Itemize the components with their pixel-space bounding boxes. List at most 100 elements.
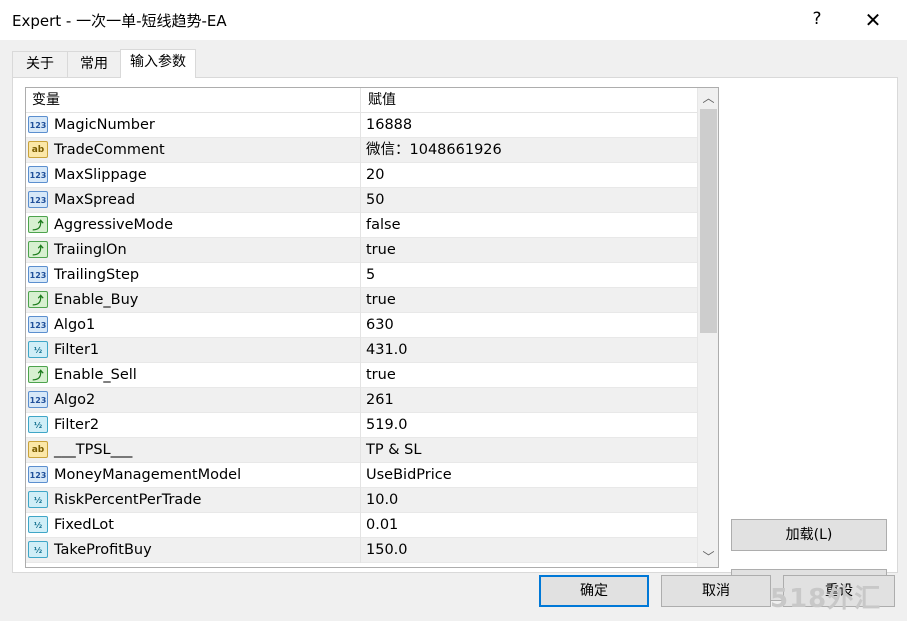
cell-divider: [360, 138, 361, 163]
column-header-value[interactable]: 赋值: [368, 88, 396, 113]
parameter-row[interactable]: ½ FixedLot 0.01: [26, 513, 697, 538]
window-title: Expert - 一次一单-短线趋势-EA: [12, 12, 227, 30]
parameter-name: RiskPercentPerTrade: [54, 492, 202, 508]
parameter-name: TraiinglOn: [54, 242, 127, 258]
parameter-value[interactable]: 261: [366, 388, 394, 413]
type-int-icon: 123: [28, 116, 48, 133]
type-int-icon: 123: [28, 466, 48, 483]
parameter-value[interactable]: true: [366, 238, 396, 263]
column-divider[interactable]: [360, 88, 361, 113]
cell-divider: [360, 463, 361, 488]
type-int-icon: 123: [28, 191, 48, 208]
type-bool-icon: ⤴: [28, 216, 48, 233]
parameter-row[interactable]: ⤴ Enable_Buy true: [26, 288, 697, 313]
parameter-value[interactable]: 630: [366, 313, 394, 338]
type-int-icon: 123: [28, 316, 48, 333]
parameter-value[interactable]: false: [366, 213, 401, 238]
parameter-value[interactable]: UseBidPrice: [366, 463, 452, 488]
parameter-name: TrailingStep: [54, 267, 140, 283]
cell-divider: [360, 388, 361, 413]
parameter-value[interactable]: 519.0: [366, 413, 408, 438]
parameter-row[interactable]: ½ Filter1 431.0: [26, 338, 697, 363]
tab-about[interactable]: 关于: [12, 51, 68, 77]
cell-divider: [360, 538, 361, 563]
cell-divider: [360, 488, 361, 513]
help-button[interactable]: ?: [806, 7, 828, 31]
type-dbl-icon: ½: [28, 541, 48, 558]
parameter-row[interactable]: ⤴ AggressiveMode false: [26, 213, 697, 238]
parameter-row[interactable]: 123 Algo2 261: [26, 388, 697, 413]
cell-divider: [360, 213, 361, 238]
parameter-name: MagicNumber: [54, 117, 155, 133]
parameter-name: MaxSpread: [54, 192, 136, 208]
parameter-value[interactable]: 50: [366, 188, 384, 213]
title-bar: Expert - 一次一单-短线趋势-EA ? ✕: [0, 0, 907, 40]
type-str-icon: ab: [28, 141, 48, 158]
parameter-name: FixedLot: [54, 517, 114, 533]
parameter-row[interactable]: ½ TakeProfitBuy 150.0: [26, 538, 697, 563]
parameter-value[interactable]: 10.0: [366, 488, 398, 513]
parameter-row[interactable]: ⤴ TraiinglOn true: [26, 238, 697, 263]
parameter-name: MoneyManagementModel: [54, 467, 242, 483]
parameter-value[interactable]: true: [366, 288, 396, 313]
type-int-icon: 123: [28, 266, 48, 283]
type-bool-icon: ⤴: [28, 241, 48, 258]
type-dbl-icon: ½: [28, 516, 48, 533]
parameter-name: TakeProfitBuy: [54, 542, 152, 558]
parameter-name: ___TPSL___: [54, 442, 133, 458]
parameter-name: Algo2: [54, 392, 96, 408]
parameter-name: Enable_Sell: [54, 367, 137, 383]
column-header-variable[interactable]: 变量: [32, 88, 60, 113]
type-bool-icon: ⤴: [28, 366, 48, 383]
parameter-value[interactable]: 0.01: [366, 513, 398, 538]
cell-divider: [360, 338, 361, 363]
parameter-row[interactable]: 123 TrailingStep 5: [26, 263, 697, 288]
parameter-name: MaxSlippage: [54, 167, 147, 183]
parameter-row[interactable]: ½ RiskPercentPerTrade 10.0: [26, 488, 697, 513]
cell-divider: [360, 513, 361, 538]
parameter-row[interactable]: 123 MagicNumber 16888: [26, 113, 697, 138]
parameter-row[interactable]: ½ Filter2 519.0: [26, 413, 697, 438]
parameter-row[interactable]: ⤴ Enable_Sell true: [26, 363, 697, 388]
cell-divider: [360, 413, 361, 438]
parameter-row[interactable]: 123 MaxSlippage 20: [26, 163, 697, 188]
cell-divider: [360, 288, 361, 313]
tab-common[interactable]: 常用: [67, 51, 121, 77]
vertical-scrollbar[interactable]: ︿ ﹀: [697, 88, 718, 567]
parameter-value[interactable]: 16888: [366, 113, 412, 138]
parameter-value[interactable]: 150.0: [366, 538, 408, 563]
parameter-row[interactable]: 123 Algo1 630: [26, 313, 697, 338]
dialog-body: 关于 常用 输入参数 变量 赋值 123 MagicNumber 16888 ab Tr…: [0, 40, 907, 621]
type-dbl-icon: ½: [28, 341, 48, 358]
parameter-name: AggressiveMode: [54, 217, 174, 233]
cell-divider: [360, 438, 361, 463]
parameter-name: Algo1: [54, 317, 96, 333]
ok-button[interactable]: 确定: [539, 575, 649, 607]
cell-divider: [360, 313, 361, 338]
parameter-row[interactable]: ab TradeComment 微信：1048661926: [26, 138, 697, 163]
watermark: 518外汇网: [770, 584, 882, 614]
parameter-value[interactable]: true: [366, 363, 396, 388]
parameter-value[interactable]: TP & SL: [366, 438, 421, 463]
scroll-up-icon[interactable]: ︿: [698, 88, 718, 108]
type-int-icon: 123: [28, 166, 48, 183]
inputs-panel: 变量 赋值 123 MagicNumber 16888 ab TradeComment 微…: [12, 77, 898, 601]
parameter-value[interactable]: 5: [366, 263, 375, 288]
close-button[interactable]: ✕: [858, 6, 888, 34]
parameter-value[interactable]: 431.0: [366, 338, 408, 363]
cancel-button[interactable]: 取消: [661, 575, 771, 607]
scroll-down-icon[interactable]: ﹀: [698, 547, 718, 567]
parameter-value[interactable]: 20: [366, 163, 384, 188]
type-dbl-icon: ½: [28, 416, 48, 433]
parameter-name: Filter2: [54, 417, 100, 433]
load-button[interactable]: 加载(L): [731, 519, 887, 551]
scroll-thumb[interactable]: [700, 109, 717, 333]
parameter-name: Enable_Buy: [54, 292, 139, 308]
parameter-value[interactable]: 微信：1048661926: [366, 138, 502, 163]
parameter-row[interactable]: 123 MoneyManagementModel UseBidPrice: [26, 463, 697, 488]
parameter-row[interactable]: 123 MaxSpread 50: [26, 188, 697, 213]
tab-inputs[interactable]: 输入参数: [120, 49, 196, 78]
type-str-icon: ab: [28, 441, 48, 458]
parameter-row[interactable]: ab ___TPSL___ TP & SL: [26, 438, 697, 463]
type-dbl-icon: ½: [28, 491, 48, 508]
